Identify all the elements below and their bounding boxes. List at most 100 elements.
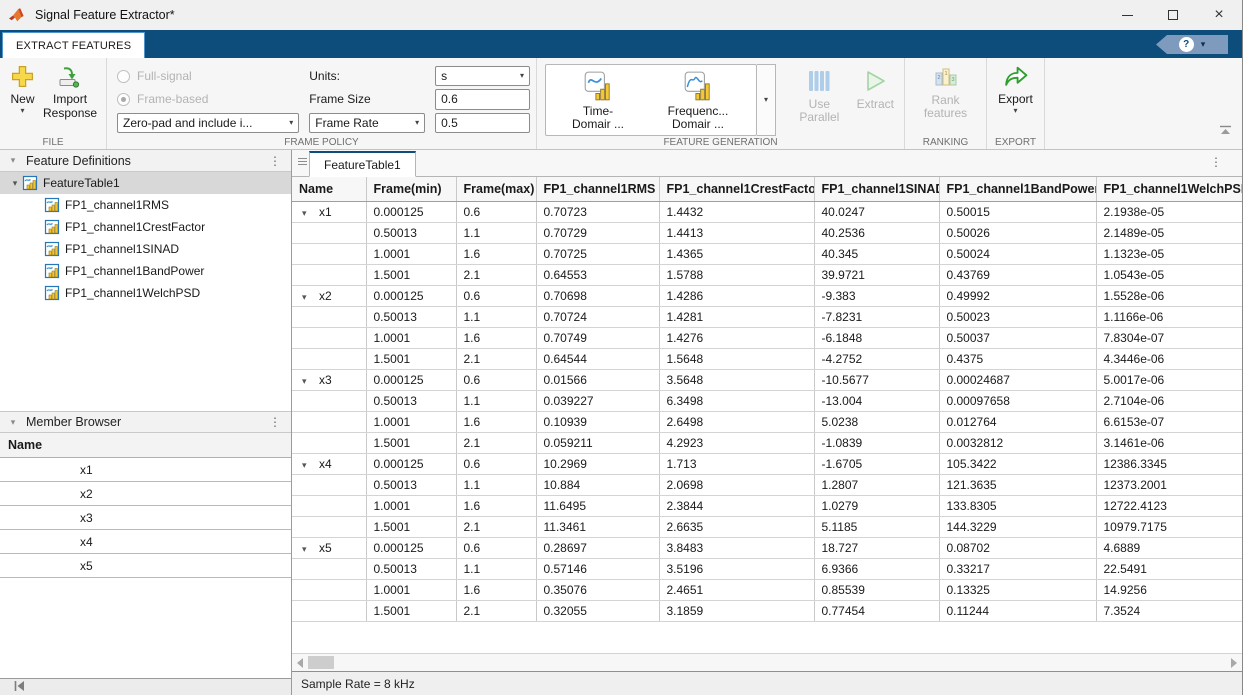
value-cell[interactable]: 133.8305 (939, 495, 1096, 516)
value-cell[interactable]: 0.08702 (939, 537, 1096, 558)
value-cell[interactable]: 12722.4123 (1096, 495, 1242, 516)
table-row[interactable]: 1.50012.10.645531.578839.97210.437691.05… (292, 264, 1242, 285)
value-cell[interactable]: 0.000125 (366, 201, 456, 222)
value-cell[interactable]: 0.0032812 (939, 432, 1096, 453)
value-cell[interactable]: 1.0001 (366, 411, 456, 432)
value-cell[interactable]: 1.6 (456, 327, 536, 348)
collapse-group-icon[interactable]: ▾ (302, 208, 312, 219)
value-cell[interactable]: 40.0247 (814, 201, 939, 222)
value-cell[interactable]: 0.50013 (366, 306, 456, 327)
table-row[interactable]: 1.00011.60.350762.46510.855390.1332514.9… (292, 579, 1242, 600)
group-name-cell[interactable]: ▾x4 (292, 453, 366, 474)
value-cell[interactable]: 1.2807 (814, 474, 939, 495)
value-cell[interactable]: 2.1 (456, 516, 536, 537)
value-cell[interactable]: 1.0001 (366, 327, 456, 348)
value-cell[interactable]: 0.64553 (536, 264, 659, 285)
table-row[interactable]: 0.500131.10.0392276.3498-13.0040.0009765… (292, 390, 1242, 411)
table-row[interactable]: ▾x10.0001250.60.707231.443240.02470.5001… (292, 201, 1242, 222)
collapse-ribbon-icon[interactable] (1219, 125, 1232, 139)
table-row[interactable]: 0.500131.110.8842.06981.2807121.36351237… (292, 474, 1242, 495)
frame-size-input[interactable]: 0.6 (435, 89, 530, 109)
collapse-group-icon[interactable]: ▾ (302, 292, 312, 303)
column-header[interactable]: Frame(min) (366, 177, 456, 201)
value-cell[interactable]: 3.5196 (659, 558, 814, 579)
table-row[interactable]: ▾x20.0001250.60.706981.4286-9.3830.49992… (292, 285, 1242, 306)
help-button[interactable]: ? ▾ (1156, 35, 1228, 54)
value-cell[interactable]: 2.7104e-06 (1096, 390, 1242, 411)
import-response-button[interactable]: Import Response (39, 62, 101, 133)
value-cell[interactable]: 0.6 (456, 201, 536, 222)
value-cell[interactable]: 0.012764 (939, 411, 1096, 432)
tree-item-fp1_channel1bandpower[interactable]: FP1_channel1BandPower (0, 260, 291, 282)
value-cell[interactable]: 0.70723 (536, 201, 659, 222)
collapse-node-icon[interactable]: ▾ (8, 178, 22, 189)
scroll-right-icon[interactable] (1231, 658, 1237, 668)
value-cell[interactable]: 1.6 (456, 411, 536, 432)
document-bar-menu-icon[interactable]: ⋮ (1210, 155, 1222, 169)
table-row[interactable]: ▾x50.0001250.60.286973.848318.7270.08702… (292, 537, 1242, 558)
value-cell[interactable]: 0.01566 (536, 369, 659, 390)
new-button[interactable]: New ▾ (6, 62, 39, 133)
value-cell[interactable]: 39.9721 (814, 264, 939, 285)
table-row[interactable]: ▾x30.0001250.60.015663.5648-10.56770.000… (292, 369, 1242, 390)
value-cell[interactable]: 2.4651 (659, 579, 814, 600)
value-cell[interactable]: 121.3635 (939, 474, 1096, 495)
frequency-domain-features-button[interactable]: Frequenc... Domair ... (648, 67, 748, 133)
value-cell[interactable]: 1.1323e-05 (1096, 243, 1242, 264)
value-cell[interactable]: 1.4281 (659, 306, 814, 327)
collapse-panel-icon[interactable]: ▾ (0, 417, 26, 428)
value-cell[interactable]: 0.35076 (536, 579, 659, 600)
close-button[interactable]: × (1196, 0, 1242, 30)
value-cell[interactable]: 1.0279 (814, 495, 939, 516)
value-cell[interactable]: 11.3461 (536, 516, 659, 537)
table-row[interactable]: 1.50012.111.34612.66355.1185144.32291097… (292, 516, 1242, 537)
value-cell[interactable]: 0.11244 (939, 600, 1096, 621)
value-cell[interactable]: 0.50026 (939, 222, 1096, 243)
gallery-expand-button[interactable]: ▾ (757, 64, 776, 136)
value-cell[interactable]: 10.884 (536, 474, 659, 495)
value-cell[interactable]: 40.2536 (814, 222, 939, 243)
value-cell[interactable]: 0.70729 (536, 222, 659, 243)
value-cell[interactable]: 0.000125 (366, 369, 456, 390)
value-cell[interactable]: 0.00097658 (939, 390, 1096, 411)
value-cell[interactable]: 14.9256 (1096, 579, 1242, 600)
value-cell[interactable]: 6.6153e-07 (1096, 411, 1242, 432)
value-cell[interactable]: 10.2969 (536, 453, 659, 474)
value-cell[interactable]: 1.4413 (659, 222, 814, 243)
table-row[interactable]: 1.00011.611.64952.38441.0279133.83051272… (292, 495, 1242, 516)
value-cell[interactable]: 1.6 (456, 495, 536, 516)
value-cell[interactable]: 4.2923 (659, 432, 814, 453)
column-header[interactable]: FP1_channel1SINAD (814, 177, 939, 201)
value-cell[interactable]: 1.0543e-05 (1096, 264, 1242, 285)
value-cell[interactable]: 0.059211 (536, 432, 659, 453)
minimize-button[interactable] (1104, 0, 1150, 30)
value-cell[interactable]: 1.4276 (659, 327, 814, 348)
value-cell[interactable]: 0.6 (456, 285, 536, 306)
value-cell[interactable]: -1.6705 (814, 453, 939, 474)
value-cell[interactable]: 0.10939 (536, 411, 659, 432)
value-cell[interactable]: 1.5001 (366, 348, 456, 369)
value-cell[interactable]: 0.57146 (536, 558, 659, 579)
value-cell[interactable]: -1.0839 (814, 432, 939, 453)
value-cell[interactable]: 1.4365 (659, 243, 814, 264)
value-cell[interactable]: 1.0001 (366, 495, 456, 516)
value-cell[interactable]: 12373.2001 (1096, 474, 1242, 495)
scrollbar-thumb[interactable] (308, 656, 334, 669)
table-row[interactable]: 0.500131.10.571463.51966.93660.3321722.5… (292, 558, 1242, 579)
value-cell[interactable]: 0.32055 (536, 600, 659, 621)
value-cell[interactable]: 1.6 (456, 243, 536, 264)
value-cell[interactable]: 0.50013 (366, 474, 456, 495)
value-cell[interactable]: 0.70698 (536, 285, 659, 306)
value-cell[interactable]: 0.6 (456, 369, 536, 390)
value-cell[interactable]: -13.004 (814, 390, 939, 411)
full-signal-radio[interactable]: Full-signal (117, 66, 299, 86)
tree-item-fp1_channel1rms[interactable]: FP1_channel1RMS (0, 194, 291, 216)
value-cell[interactable]: 0.6 (456, 537, 536, 558)
tree-item-fp1_channel1welchpsd[interactable]: FP1_channel1WelchPSD (0, 282, 291, 304)
value-cell[interactable]: 0.6 (456, 453, 536, 474)
value-cell[interactable]: 3.8483 (659, 537, 814, 558)
value-cell[interactable]: 2.6635 (659, 516, 814, 537)
value-cell[interactable]: 3.1859 (659, 600, 814, 621)
member-row-x3[interactable]: x3 (0, 506, 291, 530)
value-cell[interactable]: 2.1 (456, 264, 536, 285)
